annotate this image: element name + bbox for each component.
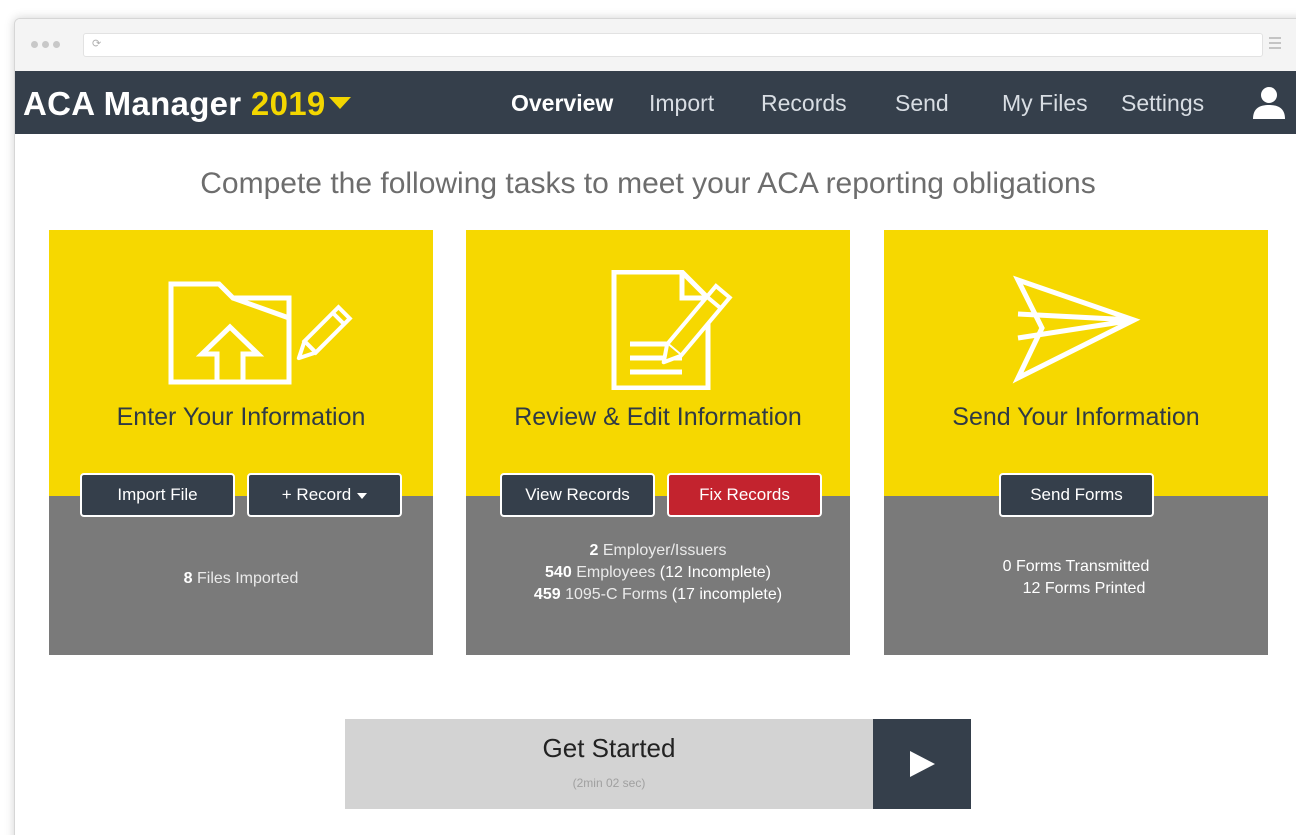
play-video-button[interactable]: [873, 719, 971, 809]
document-pencil-icon: [611, 270, 733, 390]
forms-transmitted: 0 Forms Transmitted: [1002, 558, 1150, 575]
card-title: Review & Edit Information: [514, 403, 802, 431]
card-title: Send Your Information: [952, 403, 1200, 431]
forms-printed: 12 Forms Printed: [1022, 580, 1146, 597]
user-icon[interactable]: [1251, 85, 1287, 121]
caret-down-icon: [357, 492, 368, 499]
get-started-duration: (2min 02 sec): [572, 776, 646, 790]
nav-records[interactable]: Records: [761, 90, 847, 117]
card-review-information: Review & Edit Information View Records F…: [466, 230, 850, 655]
employees-stat: 540 Employees (12 Incomplete): [466, 562, 850, 584]
nav-import[interactable]: Import: [649, 90, 714, 117]
forms-stat: 459 1095-C Forms (17 incomplete): [466, 584, 850, 606]
add-record-label: + Record: [281, 485, 352, 504]
caret-down-icon: [328, 97, 351, 110]
import-file-button[interactable]: Import File: [80, 473, 235, 517]
files-label: Files Imported: [196, 570, 299, 587]
paper-plane-icon: [1012, 275, 1141, 384]
reload-icon[interactable]: ⟳: [92, 37, 101, 50]
import-stats: 8 Files Imported: [49, 568, 433, 590]
review-stats: 2 Employer/Issuers 540 Employees (12 Inc…: [466, 540, 850, 606]
play-icon: [910, 751, 935, 777]
nav-settings[interactable]: Settings: [1121, 90, 1204, 117]
nav-send[interactable]: Send: [895, 90, 949, 117]
card-title: Enter Your Information: [116, 403, 366, 431]
send-stats: 0 Forms Transmitted 12 Forms Printed: [884, 556, 1268, 600]
forms-label: 1095-C Forms: [565, 586, 668, 603]
employers-count: 2: [589, 542, 599, 559]
window-dot[interactable]: [31, 41, 38, 48]
get-started-title: Get Started: [542, 733, 676, 763]
nav-my-files[interactable]: My Files: [1002, 90, 1088, 117]
year-label: 2019: [250, 85, 326, 122]
address-bar[interactable]: ⟳: [83, 33, 1263, 57]
employers-label: Employer/Issuers: [602, 542, 727, 559]
card-send-information: Send Your Information Send Forms 0 Forms…: [884, 230, 1268, 655]
folder-upload-pencil-icon: [168, 281, 353, 385]
employees-label: Employees: [576, 564, 656, 581]
browser-window: ⟳ ACA Manager 2019 Overview Import Recor…: [14, 18, 1296, 835]
add-record-button[interactable]: + Record: [247, 473, 402, 517]
get-started-button[interactable]: Get Started (2min 02 sec): [345, 719, 873, 809]
employees-count: 540: [545, 564, 572, 581]
hamburger-icon[interactable]: [1269, 37, 1281, 52]
window-dot[interactable]: [53, 41, 60, 48]
forms-note: (17 incomplete): [671, 586, 783, 603]
card-enter-information: Enter Your Information Import File + Rec…: [49, 230, 433, 655]
window-dot[interactable]: [42, 41, 49, 48]
view-records-button[interactable]: View Records: [500, 473, 655, 517]
window-controls[interactable]: [31, 41, 60, 48]
send-forms-button[interactable]: Send Forms: [999, 473, 1154, 517]
top-navbar: ACA Manager 2019 Overview Import Records…: [15, 71, 1296, 134]
nav-overview[interactable]: Overview: [511, 90, 613, 117]
app-title: ACA Manager: [23, 85, 242, 122]
employers-stat: 2 Employer/Issuers: [466, 540, 850, 562]
app-brand-year-selector[interactable]: ACA Manager 2019: [23, 85, 351, 123]
forms-count: 459: [533, 586, 561, 603]
browser-chrome: ⟳: [15, 19, 1296, 71]
employees-note: (12 Incomplete): [659, 564, 771, 581]
fix-records-button[interactable]: Fix Records: [667, 473, 822, 517]
files-count: 8: [183, 570, 193, 587]
page-headline: Compete the following tasks to meet your…: [200, 167, 1096, 200]
